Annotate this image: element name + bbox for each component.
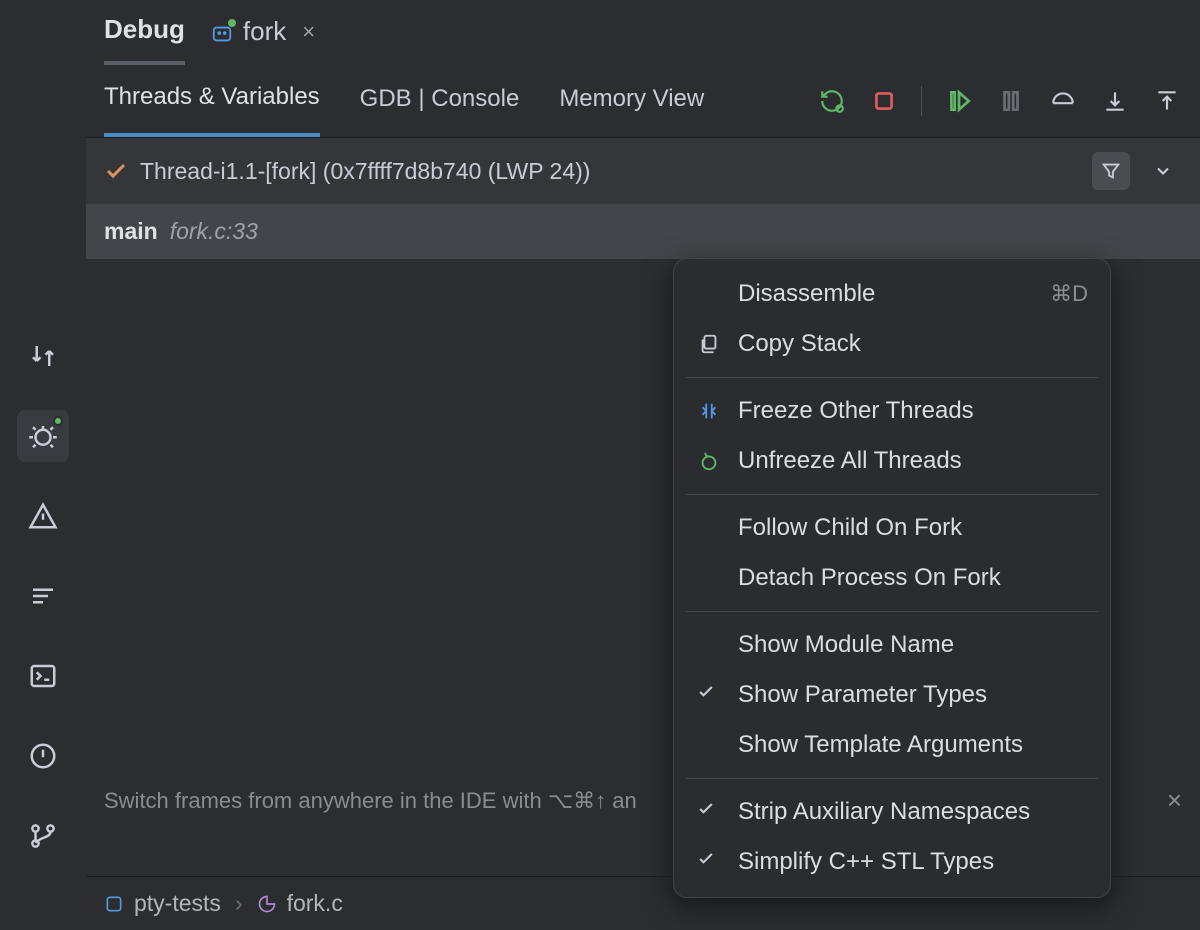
check-icon (696, 848, 722, 876)
breadcrumb-project-label: pty-tests (134, 890, 221, 917)
step-into-button[interactable] (1100, 86, 1130, 116)
tab-threads-variables[interactable]: Threads & Variables (104, 83, 320, 137)
frame-context-menu: Disassemble ⌘D Copy Stack Freeze Other T… (673, 258, 1111, 898)
tab-fork-label: fork (243, 16, 286, 47)
left-tool-rail (0, 0, 86, 930)
frame-function: main (104, 218, 158, 245)
active-dot-icon (53, 416, 63, 426)
menu-show-template-arguments[interactable]: Show Template Arguments (674, 720, 1110, 770)
unfreeze-icon (696, 450, 722, 472)
close-icon[interactable]: × (296, 19, 315, 45)
problems-tool-button[interactable] (17, 730, 69, 782)
tab-memory-view[interactable]: Memory View (559, 85, 704, 135)
menu-simplify-cpp-stl-types[interactable]: Simplify C++ STL Types (674, 837, 1110, 887)
copy-icon (696, 333, 722, 355)
menu-simplify-stl-label: Simplify C++ STL Types (738, 848, 1088, 876)
tab-fork[interactable]: fork × (211, 16, 315, 63)
menu-show-module-name[interactable]: Show Module Name (674, 620, 1110, 670)
pause-button[interactable] (996, 86, 1026, 116)
menu-show-module-label: Show Module Name (738, 631, 1088, 659)
menu-disassemble-label: Disassemble (738, 280, 1034, 308)
menu-separator (686, 377, 1098, 378)
tool-window-tabs: Debug fork × (86, 0, 1200, 65)
menu-freeze-other-label: Freeze Other Threads (738, 397, 1088, 425)
filter-button[interactable] (1092, 152, 1130, 190)
menu-disassemble-shortcut: ⌘D (1050, 281, 1088, 307)
checkmark-icon (104, 159, 128, 183)
menu-separator (686, 611, 1098, 612)
step-over-button[interactable] (1048, 86, 1078, 116)
freeze-icon (696, 400, 722, 422)
toolbar-divider (921, 86, 922, 116)
vcs-tool-button[interactable] (17, 810, 69, 862)
menu-show-template-args-label: Show Template Arguments (738, 731, 1088, 759)
hint-close-icon[interactable]: × (1167, 785, 1182, 816)
menu-copy-stack-label: Copy Stack (738, 330, 1088, 358)
resume-button[interactable] (944, 86, 974, 116)
debug-tool-button[interactable] (17, 410, 69, 462)
rerun-button[interactable] (817, 86, 847, 116)
step-out-button[interactable] (1152, 86, 1182, 116)
debugger-sub-tabs: Threads & Variables GDB | Console Memory… (86, 65, 1200, 138)
check-icon (696, 681, 722, 709)
menu-unfreeze-all-label: Unfreeze All Threads (738, 447, 1088, 475)
run-config-icon (211, 21, 233, 43)
menu-detach-process-label: Detach Process On Fork (738, 564, 1088, 592)
terminal-tool-button[interactable] (17, 650, 69, 702)
menu-disassemble[interactable]: Disassemble ⌘D (674, 269, 1110, 319)
breadcrumb-file[interactable]: fork.c (257, 890, 343, 917)
swap-icon-button[interactable] (17, 330, 69, 382)
frame-location: fork.c:33 (170, 218, 258, 245)
menu-follow-child-label: Follow Child On Fork (738, 514, 1088, 542)
menu-separator (686, 778, 1098, 779)
chevron-right-icon: › (235, 890, 243, 917)
hint-text: Switch frames from anywhere in the IDE w… (104, 788, 637, 814)
menu-copy-stack[interactable]: Copy Stack (674, 319, 1110, 369)
menu-show-parameter-types[interactable]: Show Parameter Types (674, 670, 1110, 720)
lines-tool-button[interactable] (17, 570, 69, 622)
menu-detach-process-on-fork[interactable]: Detach Process On Fork (674, 553, 1110, 603)
menu-follow-child-on-fork[interactable]: Follow Child On Fork (674, 503, 1110, 553)
breadcrumb-project[interactable]: pty-tests (104, 890, 221, 917)
menu-show-param-types-label: Show Parameter Types (738, 681, 1088, 709)
stop-button[interactable] (869, 86, 899, 116)
chevron-down-icon[interactable] (1144, 152, 1182, 190)
thread-label: Thread-i1.1-[fork] (0x7ffff7d8b740 (LWP … (140, 158, 590, 185)
menu-strip-aux-label: Strip Auxiliary Namespaces (738, 798, 1088, 826)
menu-unfreeze-all-threads[interactable]: Unfreeze All Threads (674, 436, 1110, 486)
warnings-tool-button[interactable] (17, 490, 69, 542)
breadcrumb-file-label: fork.c (287, 890, 343, 917)
check-icon (696, 798, 722, 826)
menu-freeze-other-threads[interactable]: Freeze Other Threads (674, 386, 1110, 436)
menu-separator (686, 494, 1098, 495)
tab-debug[interactable]: Debug (104, 14, 185, 65)
menu-strip-auxiliary-namespaces[interactable]: Strip Auxiliary Namespaces (674, 787, 1110, 837)
thread-selector-row[interactable]: Thread-i1.1-[fork] (0x7ffff7d8b740 (LWP … (86, 138, 1200, 204)
tab-gdb-console[interactable]: GDB | Console (360, 85, 520, 135)
stack-frame-row[interactable]: main fork.c:33 (86, 204, 1200, 259)
